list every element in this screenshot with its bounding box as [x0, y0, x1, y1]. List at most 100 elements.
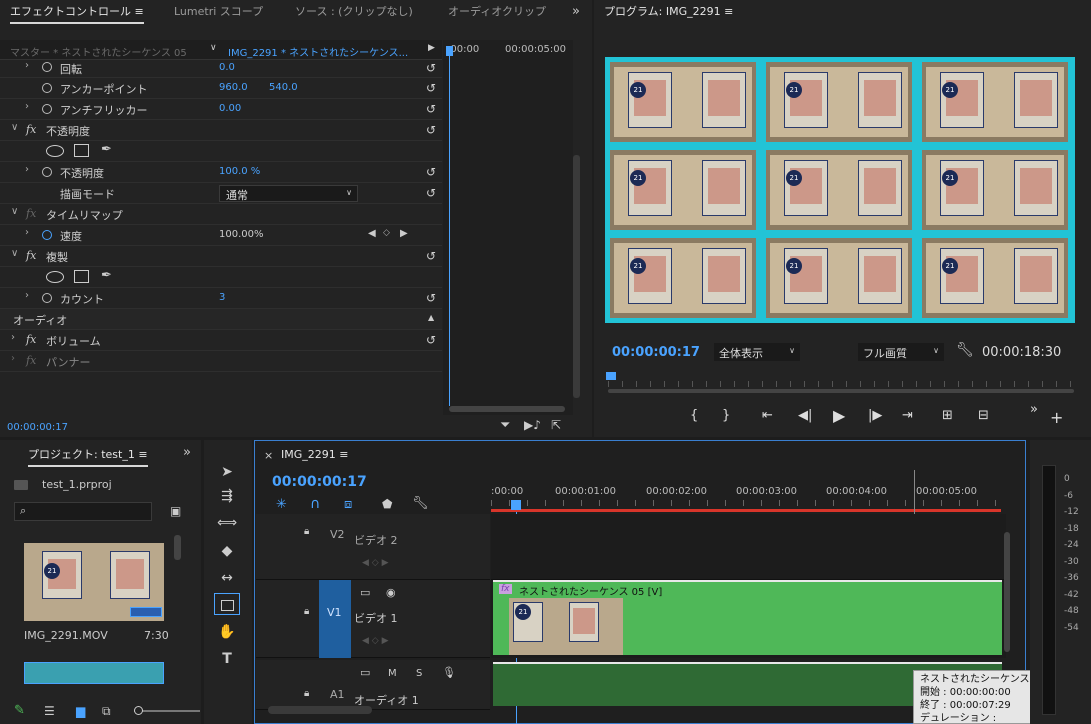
timeline-horizontal-scrollbar[interactable]	[268, 706, 372, 714]
filter-icon[interactable]: ⏷	[500, 418, 510, 433]
master-label[interactable]: マスター * ネストされたシーケンス 05	[10, 44, 187, 59]
pen-mask-icon[interactable]: ✒	[101, 142, 112, 157]
mark-out-icon[interactable]: }	[722, 408, 730, 423]
timeline-ruler[interactable]: :00:00 00:00:01:00 00:00:02:00 00:00:03:…	[491, 482, 1006, 514]
reset-icon[interactable]: ↺	[426, 249, 436, 263]
linked-selection-icon[interactable]: ⧈	[344, 497, 352, 512]
stopwatch-active-icon[interactable]	[42, 230, 52, 240]
collapse-chevron-icon[interactable]: ∨	[11, 122, 18, 133]
fx-icon[interactable]: fx	[26, 207, 36, 220]
vertical-scrollbar[interactable]	[573, 155, 580, 398]
rotation-value[interactable]: 0.0	[219, 62, 235, 73]
rectangle-mask-icon[interactable]	[74, 270, 89, 283]
rectangle-tool-icon[interactable]	[214, 593, 240, 615]
collapse-chevron-icon[interactable]: ∨	[11, 206, 18, 217]
fx-icon[interactable]: fx	[26, 354, 36, 367]
list-view-icon[interactable]: ☰	[44, 704, 55, 718]
track-target-v1[interactable]: V1	[319, 580, 351, 658]
panel-menu-icon[interactable]: ≡	[138, 448, 147, 461]
type-tool-icon[interactable]: T	[214, 648, 240, 670]
solo-button[interactable]: S	[416, 668, 422, 679]
reset-icon[interactable]: ↺	[426, 102, 436, 116]
track-lane-v2[interactable]	[491, 514, 1006, 580]
timeline-vertical-scrollbar[interactable]	[1004, 532, 1010, 652]
reset-icon[interactable]: ↺	[426, 123, 436, 137]
effect-mini-timeline[interactable]: :00:00 00:00:05:00	[443, 40, 573, 415]
thumbnail-scrollbar[interactable]	[174, 535, 181, 560]
selection-tool-icon[interactable]: ➤	[214, 461, 240, 483]
keyframe-nav-icon[interactable]: ◀ ◇ ▶	[362, 558, 389, 568]
expand-chevron-icon[interactable]: ›	[25, 227, 29, 238]
program-scrubber[interactable]	[606, 372, 1074, 396]
stopwatch-icon[interactable]	[42, 167, 52, 177]
blend-mode-select[interactable]: 通常 ∨	[219, 185, 358, 202]
stopwatch-icon[interactable]	[42, 293, 52, 303]
zoom-select[interactable]: 全体表示 ∨	[714, 343, 800, 361]
clip-thumbnail[interactable]: 21	[24, 543, 164, 621]
zoom-scrollbar[interactable]	[449, 406, 565, 412]
anchor-y-value[interactable]: 540.0	[269, 82, 298, 93]
ellipse-mask-icon[interactable]	[46, 145, 64, 157]
new-bin-icon[interactable]: ▣	[170, 504, 181, 518]
step-forward-icon[interactable]: |▶	[868, 408, 882, 423]
play-clip-icon[interactable]: ▶	[428, 43, 435, 53]
reset-icon[interactable]: ↺	[426, 165, 436, 179]
program-timecode[interactable]: 00:00:00:17	[612, 345, 700, 360]
add-keyframe-icon[interactable]: ◇	[383, 228, 390, 238]
keyframe-nav-icon[interactable]: ◀ ◇ ▶	[362, 636, 389, 646]
sequence-thumbnail[interactable]	[24, 662, 164, 684]
marker-icon[interactable]: ⬟	[382, 497, 392, 511]
go-to-in-icon[interactable]: ⇤	[762, 408, 773, 423]
expand-chevron-icon[interactable]: ›	[25, 60, 29, 71]
expand-chevron-icon[interactable]: ›	[25, 164, 29, 175]
panel-overflow-icon[interactable]: »	[572, 4, 580, 19]
pencil-icon[interactable]: ✎	[14, 703, 25, 718]
reset-icon[interactable]: ↺	[426, 81, 436, 95]
scrub-bar[interactable]	[608, 389, 1074, 393]
track-header-a1[interactable]: ▭ M S 🎙︎ 🔒︎ A1 オーディオ 1	[256, 660, 490, 710]
panel-menu-icon[interactable]: ≡	[724, 5, 733, 18]
chevron-down-icon[interactable]: ∨	[210, 43, 217, 53]
add-button-icon[interactable]: +	[1050, 408, 1063, 427]
reset-icon[interactable]: ↺	[426, 291, 436, 305]
eye-icon[interactable]: ◉	[386, 586, 396, 599]
tab-lumetri-scopes[interactable]: Lumetri スコープ	[174, 0, 263, 24]
wrench-icon[interactable]: 🔧︎	[412, 496, 429, 511]
microphone-icon[interactable]: 🎙︎	[442, 666, 456, 679]
reset-icon[interactable]: ↺	[426, 61, 436, 75]
antiflicker-value[interactable]: 0.00	[219, 103, 241, 114]
film-icon[interactable]: ▭	[360, 586, 370, 599]
track-header-v2[interactable]: 🔒︎ V2 ビデオ 2 ◀ ◇ ▶	[256, 514, 490, 580]
lock-icon[interactable]: 🔒︎	[304, 606, 309, 617]
expand-chevron-icon[interactable]: ›	[25, 101, 29, 112]
quality-select[interactable]: フル画質 ∨	[858, 343, 944, 361]
fx-icon[interactable]: fx	[26, 123, 36, 136]
sequence-tab[interactable]: IMG_2291 ≡	[281, 448, 348, 461]
tab-audio-clip[interactable]: オーディオクリップ	[448, 0, 546, 24]
icon-view-icon[interactable]: ▆	[76, 704, 85, 718]
playhead-marker[interactable]	[606, 372, 616, 380]
nested-sequence-clip[interactable]: fx ネストされたシーケンス 05 [V] 21	[493, 580, 1002, 655]
lock-icon[interactable]: 🔒︎	[304, 688, 309, 699]
zoom-slider[interactable]	[134, 706, 200, 715]
expand-chevron-icon[interactable]: ›	[11, 353, 15, 364]
project-search-input[interactable]: ⌕	[14, 502, 152, 521]
timeline-playhead-marker[interactable]	[511, 500, 521, 510]
stopwatch-icon[interactable]	[42, 104, 52, 114]
collapse-chevron-icon[interactable]: ∨	[11, 248, 18, 259]
slip-tool-icon[interactable]: ↔	[214, 567, 240, 589]
work-area-bar[interactable]	[491, 509, 1001, 512]
lock-icon[interactable]: 🔒︎	[304, 526, 309, 537]
stopwatch-icon[interactable]	[42, 83, 52, 93]
export-icon[interactable]: ⇱	[551, 418, 561, 432]
ripple-edit-icon[interactable]: ⟺	[214, 512, 240, 534]
count-value[interactable]: 3	[219, 292, 225, 303]
freeform-view-icon[interactable]: ⧉	[102, 704, 111, 719]
anchor-x-value[interactable]: 960.0	[219, 82, 248, 93]
nest-icon[interactable]: ✳	[276, 497, 287, 512]
fx-icon[interactable]: fx	[26, 333, 36, 346]
lift-icon[interactable]: ⊞	[942, 408, 953, 423]
expand-chevron-icon[interactable]: ›	[25, 290, 29, 301]
clip-label[interactable]: IMG_2291 * ネストされたシーケンス...	[228, 44, 408, 59]
ellipse-mask-icon[interactable]	[46, 271, 64, 283]
